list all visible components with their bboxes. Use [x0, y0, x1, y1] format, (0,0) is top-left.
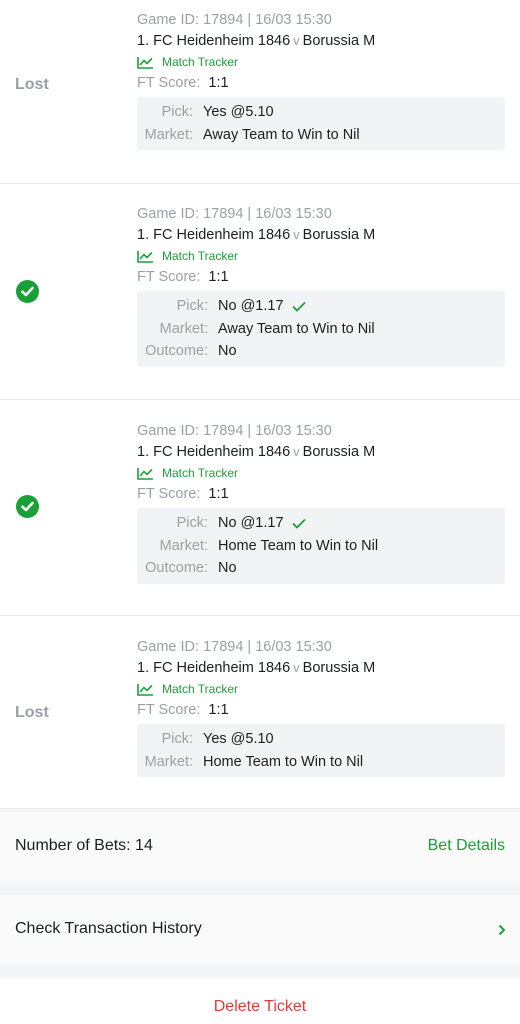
market-value: Away Team to Win to Nil: [203, 126, 360, 143]
market-row: Market: Home Team to Win to Nil: [137, 535, 505, 558]
outcome-label: Outcome:: [145, 560, 208, 576]
pick-label: Pick:: [161, 104, 193, 120]
check-transaction-history-label: Check Transaction History: [15, 920, 202, 937]
pick-value: No @1.17: [218, 298, 284, 314]
bet-item: Lost Game ID: 17894 | 16/03 15:30 1. FC …: [0, 616, 520, 809]
bet-status-lost: Lost: [15, 76, 49, 93]
away-team: Borussia M: [302, 444, 376, 460]
chevron-right-icon: [498, 924, 506, 936]
delete-ticket-button[interactable]: Delete Ticket: [0, 998, 520, 1016]
game-id: Game ID: 17894 | 16/03 15:30: [137, 206, 332, 222]
pick-label: Pick:: [176, 298, 208, 314]
bet-details-box: Pick: Yes @5.10 Market: Away Team to Win t…: [137, 97, 505, 150]
outcome-row: Outcome: No: [137, 557, 505, 580]
number-of-bets: Number of Bets: 14: [15, 837, 153, 854]
pick-label: Pick:: [161, 731, 193, 747]
won-check-icon: [16, 280, 39, 303]
match-tracker-link[interactable]: Match Tracker: [137, 246, 505, 266]
pick-row: Pick: Yes @5.10: [137, 101, 505, 124]
won-check-icon: [16, 495, 39, 518]
game-id: Game ID: 17894 | 16/03 15:30: [137, 12, 332, 28]
match-teams: 1. FC Heidenheim 1846 v Borussia M: [137, 657, 505, 679]
versus-label: v: [293, 33, 300, 48]
check-transaction-history-row[interactable]: Check Transaction History: [0, 895, 520, 965]
delete-ticket-panel: Delete Ticket: [0, 978, 520, 1024]
pick-value: Yes @5.10: [203, 731, 274, 747]
chart-icon: [137, 56, 153, 69]
away-team: Borussia M: [302, 33, 376, 49]
outcome-value: No: [218, 560, 237, 576]
home-team: 1. FC Heidenheim 1846: [137, 33, 291, 49]
market-value: Away Team to Win to Nil: [218, 320, 375, 337]
check-icon: [291, 518, 306, 529]
market-row: Market: Away Team to Win to Nil: [137, 318, 505, 341]
check-icon: [291, 301, 306, 312]
match-teams: 1. FC Heidenheim 1846 v Borussia M: [137, 224, 505, 246]
versus-label: v: [293, 444, 300, 459]
chart-icon: [137, 683, 153, 696]
match-tracker-link[interactable]: Match Tracker: [137, 52, 505, 72]
summary-panel: Number of Bets: 14 Bet Details: [0, 812, 520, 882]
away-team: Borussia M: [302, 660, 376, 676]
match-tracker-link[interactable]: Match Tracker: [137, 679, 505, 699]
match-tracker-label: Match Tracker: [162, 466, 239, 480]
chart-icon: [137, 467, 153, 480]
chart-icon: [137, 250, 153, 263]
outcome-value: No: [218, 343, 237, 359]
bet-details-box: Pick: Yes @5.10 Market: Home Team to Win t…: [137, 724, 505, 777]
pick-label: Pick:: [176, 515, 208, 531]
bet-status-lost: Lost: [15, 704, 49, 721]
ft-score: FT Score: 1:1: [137, 75, 229, 91]
separator: [0, 882, 520, 895]
game-id: Game ID: 17894 | 16/03 15:30: [137, 639, 332, 655]
pick-row: Pick: Yes @5.10: [137, 728, 505, 751]
versus-label: v: [293, 660, 300, 675]
pick-value: Yes @5.10: [203, 104, 274, 120]
bet-item: Game ID: 17894 | 16/03 15:30 1. FC Heide…: [0, 184, 520, 400]
market-label: Market:: [144, 753, 193, 770]
outcome-row: Outcome: No: [137, 340, 505, 363]
game-id: Game ID: 17894 | 16/03 15:30: [137, 423, 332, 439]
match-teams: 1. FC Heidenheim 1846 v Borussia M: [137, 441, 505, 463]
market-value: Home Team to Win to Nil: [218, 537, 379, 554]
separator: [0, 965, 520, 978]
match-tracker-label: Match Tracker: [162, 682, 239, 696]
market-label: Market:: [159, 537, 208, 554]
away-team: Borussia M: [302, 227, 376, 243]
market-label: Market:: [159, 320, 208, 337]
match-tracker-label: Match Tracker: [162, 55, 239, 69]
match-tracker-link[interactable]: Match Tracker: [137, 463, 505, 483]
versus-label: v: [293, 227, 300, 242]
ft-score: FT Score: 1:1: [137, 269, 229, 285]
bet-details-box: Pick: No @1.17 Market: Away Team to Win to…: [137, 291, 505, 367]
outcome-label: Outcome:: [145, 343, 208, 359]
home-team: 1. FC Heidenheim 1846: [137, 444, 291, 460]
market-row: Market: Away Team to Win to Nil: [137, 124, 505, 147]
match-teams: 1. FC Heidenheim 1846 v Borussia M: [137, 30, 505, 52]
ft-score: FT Score: 1:1: [137, 486, 229, 502]
bet-item: Lost Game ID: 17894 | 16/03 15:30 1. FC …: [0, 0, 520, 184]
pick-row: Pick: No @1.17: [137, 295, 505, 318]
market-row: Market: Home Team to Win to Nil: [137, 751, 505, 774]
market-label: Market:: [144, 126, 193, 143]
bet-details-box: Pick: No @1.17 Market: Home Team to Win to…: [137, 508, 505, 584]
bet-item: Game ID: 17894 | 16/03 15:30 1. FC Heide…: [0, 400, 520, 616]
match-tracker-label: Match Tracker: [162, 249, 239, 263]
market-value: Home Team to Win to Nil: [203, 753, 364, 770]
bet-details-link[interactable]: Bet Details: [428, 837, 505, 855]
home-team: 1. FC Heidenheim 1846: [137, 660, 291, 676]
home-team: 1. FC Heidenheim 1846: [137, 227, 291, 243]
pick-value: No @1.17: [218, 515, 284, 531]
ft-score: FT Score: 1:1: [137, 702, 229, 718]
pick-row: Pick: No @1.17: [137, 512, 505, 535]
